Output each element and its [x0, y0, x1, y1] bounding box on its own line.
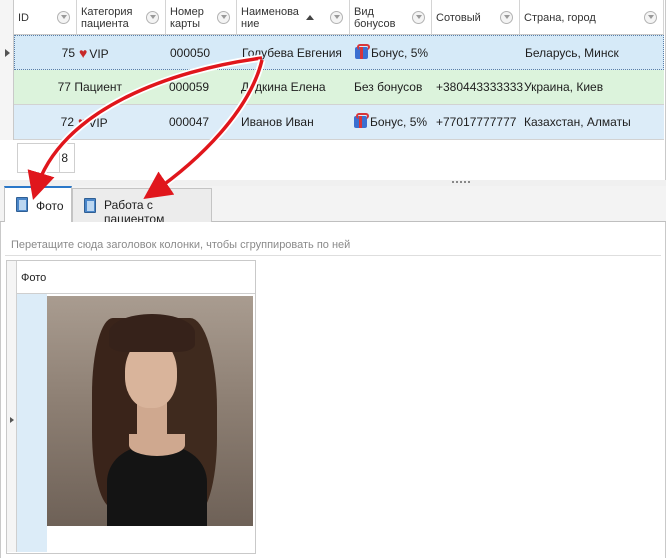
column-header-phone[interactable]: Сотовый — [432, 0, 520, 35]
category-text: VIP — [88, 116, 108, 130]
bonus-text: Бонус, 5% — [371, 46, 429, 60]
category-text: Пациент — [74, 80, 122, 94]
filter-icon[interactable] — [146, 11, 159, 24]
bonus-text: Бонус, 5% — [370, 115, 428, 129]
patients-grid: ID Категория пациента Номер карты Наимен… — [0, 0, 666, 180]
filter-icon[interactable] — [644, 11, 657, 24]
column-header-id[interactable]: ID — [14, 0, 77, 35]
selected-row-highlight — [17, 294, 47, 552]
filter-icon[interactable] — [57, 11, 70, 24]
column-header-country[interactable]: Страна, город — [520, 0, 664, 35]
table-row[interactable]: 77 Пациент 000059 Дудкина Елена Без бону… — [14, 70, 664, 105]
column-header-label: ID — [18, 12, 29, 24]
cell-country: Украина, Киев — [524, 80, 604, 94]
book-icon — [16, 197, 28, 212]
filter-icon[interactable] — [412, 11, 425, 24]
patient-photo[interactable] — [47, 296, 253, 526]
current-row-indicator-icon — [5, 49, 10, 57]
cell-bonus: Без бонусов — [354, 80, 423, 94]
photo-shape — [129, 434, 185, 456]
footer-cell — [18, 144, 60, 172]
cell-country: Казахстан, Алматы — [524, 115, 631, 129]
row-indicator-column — [7, 294, 17, 552]
column-header-label: Наименование — [241, 6, 299, 30]
column-header-bonus[interactable]: Вид бонусов — [350, 0, 432, 35]
cell-phone — [437, 36, 523, 70]
cell-bonus: Бонус, 5% — [355, 36, 437, 70]
book-icon — [84, 198, 96, 213]
cell-id: 75 — [61, 46, 75, 60]
cell-id: 72 — [60, 115, 74, 129]
current-row-indicator-icon — [10, 417, 14, 423]
table-row[interactable]: 75 ♥ VIP 000050 Голубева Евгения Бонус, 5… — [14, 35, 664, 70]
filter-icon[interactable] — [217, 11, 230, 24]
tab-patient-work[interactable]: Работа с пациентом — [72, 188, 212, 226]
cell-name: Голубева Евгения — [242, 46, 342, 60]
cell-category: ♥ VIP — [78, 105, 164, 139]
cell-name: Дудкина Елена — [241, 80, 326, 94]
column-header-card[interactable]: Номер карты — [166, 0, 237, 35]
column-header-name[interactable]: Наименование — [237, 0, 350, 35]
cell-card: 000047 — [169, 115, 210, 129]
cell-phone: +380443333333 — [436, 80, 524, 94]
heart-icon: ♥ — [79, 45, 88, 61]
photo-grid: Фото — [6, 260, 256, 554]
filter-icon[interactable] — [330, 11, 343, 24]
record-count-footer: 8 — [17, 143, 75, 173]
table-row[interactable]: 72 ♥ VIP 000047 Иванов Иван Бонус, 5% +77… — [14, 105, 664, 140]
column-header-category[interactable]: Категория пациента — [77, 0, 166, 35]
photo-shape — [107, 446, 207, 526]
sort-asc-icon — [306, 15, 314, 20]
column-header-photo[interactable]: Фото — [21, 272, 46, 284]
category-text: VIP — [89, 47, 109, 61]
row-indicator-column — [0, 0, 14, 140]
cell-bonus: Бонус, 5% — [354, 105, 436, 139]
group-by-area[interactable]: Перетащите сюда заголовок колонки, чтобы… — [5, 226, 661, 256]
column-header-label: Категория пациента — [81, 6, 133, 30]
cell-id: 77 — [57, 80, 71, 94]
grip-icon — [452, 181, 470, 183]
cell-phone: +77017777777 — [436, 115, 517, 129]
record-count: 8 — [61, 151, 68, 165]
column-header-label: Страна, город — [524, 12, 596, 24]
column-header-label: Вид бонусов — [354, 6, 396, 30]
column-header-label: Номер карты — [170, 6, 204, 30]
group-hint: Перетащите сюда заголовок колонки, чтобы… — [11, 239, 351, 251]
gift-icon — [354, 113, 369, 128]
cell-category: ♥ VIP — [79, 36, 165, 70]
header-corner — [7, 261, 17, 294]
tab-bar: Фото Работа с пациентом — [0, 186, 666, 226]
cell-card: 000059 — [169, 80, 210, 94]
tab-label: Фото — [36, 199, 64, 213]
cell-id-category: 77 Пациент — [14, 70, 122, 104]
photo-panel: Перетащите сюда заголовок колонки, чтобы… — [0, 222, 666, 558]
cell-card: 000050 — [170, 46, 211, 60]
cell-country: Беларусь, Минск — [525, 46, 619, 60]
heart-icon: ♥ — [78, 114, 87, 130]
filter-icon[interactable] — [500, 11, 513, 24]
photo-shape — [109, 314, 195, 352]
column-header-label: Сотовый — [436, 12, 481, 24]
photo-grid-header: Фото — [7, 261, 255, 294]
tab-photo[interactable]: Фото — [4, 186, 72, 222]
cell-name: Иванов Иван — [241, 115, 314, 129]
gift-icon — [355, 44, 370, 59]
